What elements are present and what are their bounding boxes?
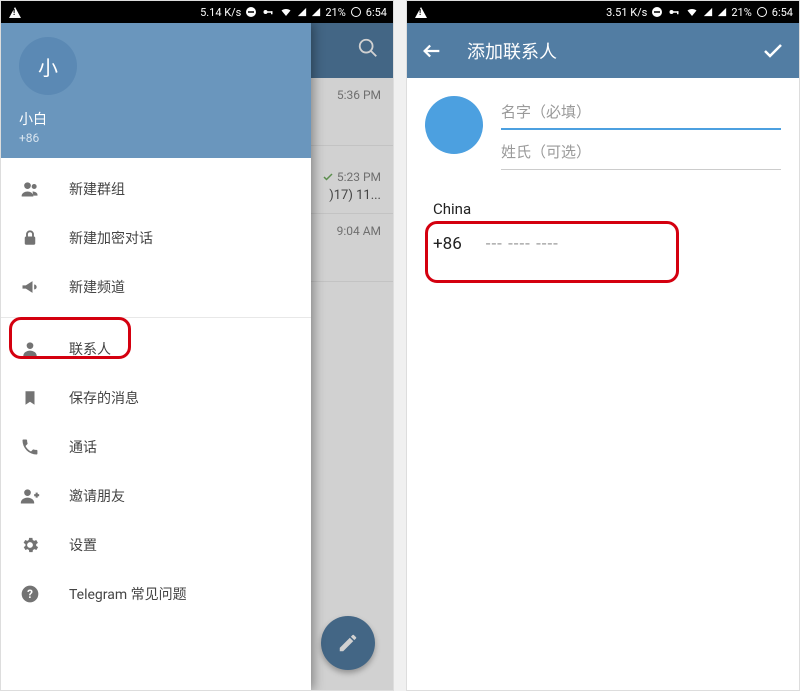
gear-icon <box>19 535 41 555</box>
signal-icon-2 <box>717 6 727 18</box>
dnd-icon <box>245 6 257 18</box>
phone-right: 3.51 K/s 21% 6:54 添加联系人 China +86 <box>406 0 800 691</box>
megaphone-icon <box>19 277 41 297</box>
signal-icon-2 <box>311 6 321 18</box>
network-speed: 5.14 K/s <box>200 6 241 19</box>
country-code[interactable]: +86 <box>433 234 462 254</box>
profile-name: 小白 <box>19 109 293 129</box>
battery-icon <box>756 6 768 18</box>
drawer-item-label: 新建群组 <box>69 179 125 199</box>
country-selector[interactable]: China <box>433 200 781 218</box>
drawer-item-calls[interactable]: 通话 <box>1 422 311 471</box>
status-bar: 5.14 K/s 21% 6:54 <box>1 1 393 23</box>
confirm-icon[interactable] <box>761 39 785 63</box>
drawer-item-invite[interactable]: 邀请朋友 <box>1 471 311 520</box>
phone-icon <box>19 437 41 457</box>
battery-percent: 21% <box>325 6 345 19</box>
phone-input-row[interactable]: +86 --- ---- ---- <box>433 234 781 254</box>
network-speed: 3.51 K/s <box>606 6 647 19</box>
divider <box>1 317 311 318</box>
back-icon[interactable] <box>421 40 443 62</box>
drawer-list: 新建群组 新建加密对话 新建频道 联系人 保存的消息 通话 <box>1 158 311 618</box>
signal-icon <box>703 6 713 18</box>
add-contact-form: China +86 --- ---- ---- <box>407 78 799 272</box>
status-bar: 3.51 K/s 21% 6:54 <box>407 1 799 23</box>
person-add-icon <box>19 486 41 506</box>
phone-left: 5.14 K/s 21% 6:54 5:36 PM <box>0 0 394 691</box>
drawer-item-new-secret[interactable]: 新建加密对话 <box>1 213 311 262</box>
warning-icon <box>415 7 427 18</box>
vpn-key-icon <box>261 6 275 18</box>
wifi-icon <box>685 6 699 18</box>
dnd-icon <box>651 6 663 18</box>
app-bar: 添加联系人 <box>407 23 799 78</box>
drawer-item-label: 新建加密对话 <box>69 228 153 248</box>
drawer-item-label: 邀请朋友 <box>69 486 125 506</box>
drawer-item-label: Telegram 常见问题 <box>69 584 187 604</box>
battery-percent: 21% <box>731 6 751 19</box>
drawer-item-saved[interactable]: 保存的消息 <box>1 373 311 422</box>
drawer-item-faq[interactable]: ? Telegram 常见问题 <box>1 569 311 618</box>
drawer-item-label: 通话 <box>69 437 97 457</box>
person-icon <box>19 339 41 359</box>
avatar-letter: 小 <box>38 52 58 81</box>
drawer-scrim[interactable] <box>311 23 393 690</box>
drawer-item-label: 联系人 <box>69 339 111 359</box>
drawer-item-label: 设置 <box>69 535 97 555</box>
drawer-header: 小 小白 +86 <box>1 23 311 158</box>
page-title: 添加联系人 <box>467 38 737 64</box>
warning-icon <box>9 7 21 18</box>
profile-phone: +86 <box>19 131 293 145</box>
avatar-placeholder <box>425 96 483 154</box>
group-icon <box>19 179 41 199</box>
clock: 6:54 <box>366 6 387 19</box>
navigation-drawer: 小 小白 +86 新建群组 新建加密对话 新建频道 联系人 <box>1 23 311 690</box>
last-name-field[interactable] <box>501 136 781 170</box>
bookmark-icon <box>19 388 41 408</box>
phone-number-field[interactable]: --- ---- ---- <box>486 234 559 254</box>
drawer-item-new-group[interactable]: 新建群组 <box>1 164 311 213</box>
svg-text:?: ? <box>27 587 33 601</box>
drawer-item-label: 新建频道 <box>69 277 125 297</box>
battery-icon <box>350 6 362 18</box>
lock-icon <box>19 228 41 248</box>
vpn-key-icon <box>667 6 681 18</box>
help-icon: ? <box>19 584 41 604</box>
avatar[interactable]: 小 <box>19 37 77 95</box>
drawer-item-settings[interactable]: 设置 <box>1 520 311 569</box>
clock: 6:54 <box>772 6 793 19</box>
drawer-item-label: 保存的消息 <box>69 388 139 408</box>
wifi-icon <box>279 6 293 18</box>
drawer-item-contacts[interactable]: 联系人 <box>1 324 311 373</box>
signal-icon <box>297 6 307 18</box>
first-name-field[interactable] <box>501 96 781 130</box>
drawer-item-new-channel[interactable]: 新建频道 <box>1 262 311 311</box>
